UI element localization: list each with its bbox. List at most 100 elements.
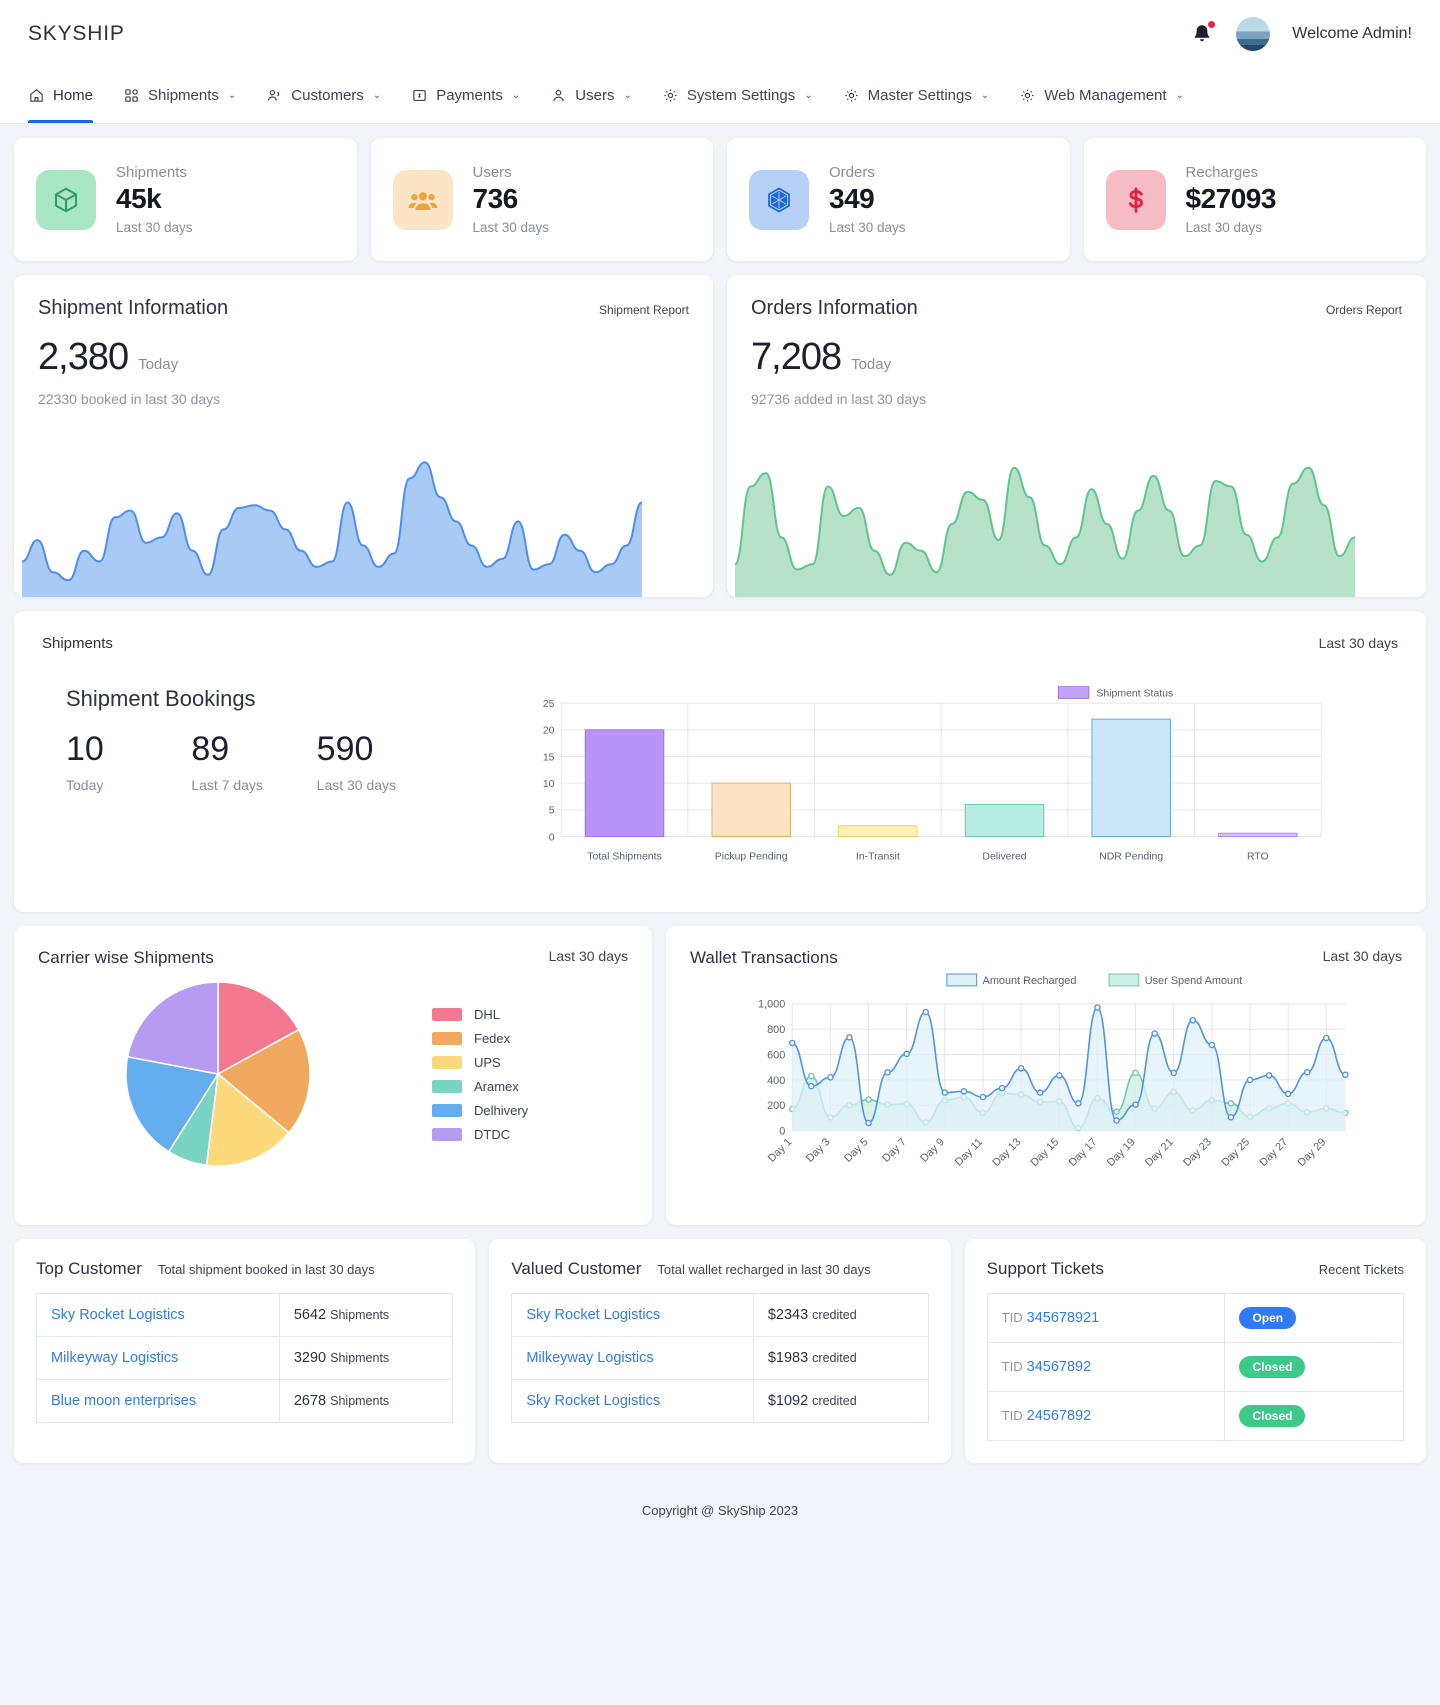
customer-link[interactable]: Sky Rocket Logistics xyxy=(526,1307,660,1323)
legend-label: Delhivery xyxy=(474,1102,529,1118)
stat-label: Users xyxy=(472,164,512,181)
status-badge: Open xyxy=(1239,1307,1297,1329)
shipment-information-sparkline xyxy=(22,447,642,597)
svg-text:Amount Recharged: Amount Recharged xyxy=(983,975,1077,987)
page-title: Wallet Transactions xyxy=(690,948,838,967)
information-panel-row: Shipment Information Shipment Report 2,3… xyxy=(14,275,1426,597)
svg-text:Day 7: Day 7 xyxy=(880,1136,909,1165)
stat-card-shipments[interactable]: Shipments 45k Last 30 days xyxy=(14,138,357,261)
stat-sub: Last 30 days xyxy=(829,220,906,235)
headline-tag: Today xyxy=(138,356,179,373)
table-row[interactable]: TID 34567892 Closed xyxy=(986,1342,1404,1392)
date-range-label: Last 30 days xyxy=(1322,948,1402,964)
shipment-report-link[interactable]: Shipment Report xyxy=(599,297,689,317)
legend-item-delhivery[interactable]: Delhivery xyxy=(432,1103,528,1118)
page-title: Valued Customer xyxy=(511,1259,642,1278)
svg-text:25: 25 xyxy=(543,699,555,710)
booking-last-7-days: 89 Last 7 days xyxy=(191,730,316,793)
cell-unit: credited xyxy=(812,1351,857,1365)
wallet-transactions-line-chart[interactable]: 0 200 400 600 800 1,000 Day 1 Day 3 Day 5 Day 7 Da… xyxy=(690,972,1402,1200)
customer-link[interactable]: Milkeyway Logistics xyxy=(526,1350,653,1366)
nav-label: Users xyxy=(575,87,615,104)
shipment-status-bar-chart[interactable]: 0 5 10 15 20 25 Total Shipments Pickup Pending I… xyxy=(452,686,1398,886)
nav-item-payments[interactable]: Payments ⌄ xyxy=(397,68,534,123)
table-row[interactable]: TID 345678921 Open xyxy=(986,1293,1404,1343)
booking-label: Last 7 days xyxy=(191,777,263,793)
legend-item-aramex[interactable]: Aramex xyxy=(432,1079,528,1094)
booking-label: Last 30 days xyxy=(316,777,397,793)
svg-text:User Spend Amount: User Spend Amount xyxy=(1145,975,1242,987)
stat-value: 45k xyxy=(116,183,162,214)
stat-card-orders[interactable]: Orders 349 Last 30 days xyxy=(727,138,1070,261)
nav-item-system-settings[interactable]: System Settings ⌄ xyxy=(648,68,827,123)
money-icon xyxy=(413,89,426,102)
customer-link[interactable]: Sky Rocket Logistics xyxy=(526,1393,660,1409)
customer-link[interactable]: Milkeyway Logistics xyxy=(51,1350,178,1366)
table-row[interactable]: Milkeyway Logistics $1983 credited xyxy=(511,1336,929,1380)
avatar[interactable] xyxy=(1236,17,1271,51)
table-row[interactable]: Blue moon enterprises 2678 Shipments xyxy=(36,1379,454,1423)
chevron-down-icon: ⌄ xyxy=(372,90,382,101)
headline-sub: 22330 booked in last 30 days xyxy=(38,391,221,407)
stat-value: 736 xyxy=(472,183,519,214)
wallet-transactions-card: Wallet Transactions Last 30 days 0 200 400… xyxy=(666,926,1426,1225)
stat-sub: Last 30 days xyxy=(116,220,193,235)
card-header: Valued Customer Total wallet recharged i… xyxy=(511,1259,928,1279)
customer-link[interactable]: Sky Rocket Logistics xyxy=(51,1307,185,1323)
booking-value: 89 xyxy=(191,730,230,768)
nav-label: Payments xyxy=(436,87,503,104)
stat-value: 349 xyxy=(829,183,875,214)
nav-item-web-management[interactable]: Web Management ⌄ xyxy=(1005,68,1198,123)
stat-card-users[interactable]: Users 736 Last 30 days xyxy=(370,138,713,261)
legend-label: Fedex xyxy=(474,1030,511,1046)
table-row[interactable]: Sky Rocket Logistics $1092 credited xyxy=(511,1379,929,1423)
stat-card-recharges[interactable]: Recharges $27093 Last 30 days xyxy=(1083,138,1426,261)
nav-item-shipments[interactable]: Shipments ⌄ xyxy=(109,68,250,123)
customer-link[interactable]: Blue moon enterprises xyxy=(51,1393,196,1409)
legend-item-fedex[interactable]: Fedex xyxy=(432,1031,528,1046)
table-row[interactable]: Sky Rocket Logistics $2343 credited xyxy=(511,1293,929,1337)
table-row[interactable]: TID 24567892 Closed xyxy=(986,1391,1404,1441)
svg-text:Day 11: Day 11 xyxy=(953,1136,985,1168)
nav-item-master-settings[interactable]: Master Settings ⌄ xyxy=(829,68,1004,123)
svg-text:200: 200 xyxy=(767,1100,785,1112)
svg-text:Day 13: Day 13 xyxy=(990,1136,1023,1169)
legend-swatch xyxy=(432,1127,462,1141)
home-icon xyxy=(30,89,43,102)
svg-text:Day 17: Day 17 xyxy=(1067,1136,1100,1169)
brand-logo[interactable]: SKYSHIP xyxy=(28,22,125,46)
notification-badge-dot xyxy=(1207,20,1217,29)
card-subtitle: Recent Tickets xyxy=(1318,1262,1404,1277)
legend-swatch xyxy=(432,1103,462,1117)
headline-value-row: 7,208 Today xyxy=(751,336,1402,379)
legend-label: UPS xyxy=(474,1054,501,1070)
ticket-id-link[interactable]: 34567892 xyxy=(1027,1359,1092,1375)
legend-item-dhl[interactable]: DHL xyxy=(432,1007,528,1022)
shipments-section-row: Shipments Last 30 days Shipment Bookings… xyxy=(14,611,1426,912)
nav-item-customers[interactable]: Customers ⌄ xyxy=(252,68,395,123)
legend-item-dtdc[interactable]: DTDC xyxy=(432,1127,528,1142)
orders-report-link[interactable]: Orders Report xyxy=(1326,297,1402,317)
stat-card-row: Shipments 45k Last 30 days Users 736 Las… xyxy=(14,138,1426,261)
svg-text:600: 600 xyxy=(767,1049,785,1061)
headline-value: 7,208 xyxy=(751,336,842,378)
table-row[interactable]: Sky Rocket Logistics 5642 Shipments xyxy=(36,1293,454,1337)
stat-label: Orders xyxy=(829,164,875,181)
cell-value: $1983 xyxy=(767,1350,809,1366)
carrier-pie-svg[interactable] xyxy=(118,974,318,1174)
nav-item-users[interactable]: Users ⌄ xyxy=(536,68,646,123)
ticket-id-link[interactable]: 24567892 xyxy=(1027,1408,1092,1424)
page-title: Support Tickets xyxy=(986,1259,1104,1278)
nav-label: Home xyxy=(53,87,94,104)
page-title: Top Customer xyxy=(36,1259,142,1278)
ticket-id-link[interactable]: 345678921 xyxy=(1027,1310,1100,1326)
svg-text:400: 400 xyxy=(767,1075,785,1087)
cell-value: $1092 xyxy=(767,1393,809,1409)
card-header: Top Customer Total shipment booked in la… xyxy=(36,1259,453,1279)
users-icon xyxy=(268,89,280,101)
notifications-button[interactable] xyxy=(1190,20,1217,47)
table-row[interactable]: Milkeyway Logistics 3290 Shipments xyxy=(36,1336,454,1380)
nav-item-home[interactable]: Home xyxy=(14,68,107,123)
stat-sub: Last 30 days xyxy=(472,220,550,235)
legend-item-ups[interactable]: UPS xyxy=(432,1055,528,1070)
